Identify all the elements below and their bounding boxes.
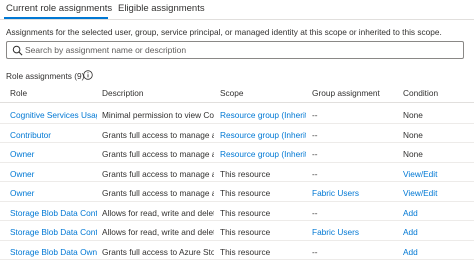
role-link[interactable]: Storage Blob Data Contributor <box>10 227 97 238</box>
description-cell: Grants full access to manage all resourc… <box>102 188 214 198</box>
description-cell: Grants full access to manage all resourc… <box>102 168 214 179</box>
column-header-condition[interactable]: Condition <box>403 88 438 98</box>
role-link[interactable]: Owner <box>10 188 97 199</box>
search-input[interactable] <box>25 42 455 58</box>
table-row[interactable]: Storage Blob Data Contributor Allows for … <box>0 202 474 221</box>
info-icon[interactable] <box>83 70 93 80</box>
condition-link[interactable]: View/Edit <box>403 188 463 199</box>
scope-link[interactable]: Resource group (Inherited) <box>220 110 306 121</box>
condition-link[interactable]: Add <box>403 227 463 238</box>
description-cell: Allows for read, write and delete access <box>102 227 214 237</box>
role-link[interactable]: Owner <box>10 149 97 160</box>
group-assignment-cell: -- <box>312 110 318 120</box>
table-header: Role Description Scope Group assignment … <box>0 84 474 103</box>
column-header-role[interactable]: Role <box>10 88 27 98</box>
group-assignment-link[interactable]: Fabric Users <box>312 188 398 199</box>
table-row[interactable]: Contributor Grants full access to manage … <box>0 124 474 143</box>
page-description: Assignments for the selected user, group… <box>6 27 442 37</box>
role-link[interactable]: Cognitive Services Usages Reader <box>10 110 97 121</box>
table-row[interactable]: Owner Grants full access to manage all re… <box>0 182 474 202</box>
tab-bar: Current role assignments Eligible assign… <box>0 0 474 20</box>
scope-cell: This resource <box>220 168 271 179</box>
group-assignment-cell: -- <box>312 246 318 257</box>
scope-cell: This resource <box>220 188 271 198</box>
header-divider <box>0 102 474 103</box>
description-cell: Grants full access to manage all resourc… <box>102 149 214 159</box>
tab-current-role-assignments[interactable]: Current role assignments <box>6 3 112 14</box>
role-link[interactable]: Owner <box>10 169 97 180</box>
column-header-scope[interactable]: Scope <box>220 88 244 98</box>
table-row[interactable]: Storage Blob Data Contributor Allows for … <box>0 221 474 241</box>
table-row[interactable]: Storage Blob Data Owner Grants full acces… <box>0 241 474 260</box>
description-cell: Allows for read, write and delete access <box>102 207 214 218</box>
group-assignment-link[interactable]: Fabric Users <box>312 227 398 238</box>
condition-link[interactable]: Add <box>403 247 463 258</box>
condition-cell: None <box>403 129 423 140</box>
role-link[interactable]: Storage Blob Data Contributor <box>10 208 97 219</box>
group-assignment-cell: -- <box>312 207 318 218</box>
scope-link[interactable]: Resource group (Inherited) <box>220 149 306 160</box>
role-link[interactable]: Contributor <box>10 130 97 141</box>
role-link[interactable]: Storage Blob Data Owner <box>10 247 97 258</box>
role-assignments-count: Role assignments (9) <box>6 71 85 81</box>
condition-link[interactable]: View/Edit <box>403 169 463 180</box>
group-assignment-cell: -- <box>312 168 318 179</box>
search-icon <box>12 45 23 56</box>
column-header-group-assignment[interactable]: Group assignment <box>312 88 380 98</box>
scope-cell: This resource <box>220 246 271 257</box>
column-header-description[interactable]: Description <box>102 88 144 98</box>
condition-cell: None <box>403 149 423 159</box>
table-row[interactable]: Owner Grants full access to manage all re… <box>0 163 474 182</box>
scope-link[interactable]: Resource group (Inherited) <box>220 130 306 141</box>
group-assignment-cell: -- <box>312 129 318 140</box>
tabs-divider <box>0 19 474 20</box>
condition-link[interactable]: Add <box>403 208 463 219</box>
scope-cell: This resource <box>220 227 271 237</box>
group-assignment-cell: -- <box>312 149 318 159</box>
tab-eligible-assignments[interactable]: Eligible assignments <box>118 3 205 14</box>
table-row[interactable]: Cognitive Services Usages Reader Minimal … <box>0 104 474 124</box>
table-row[interactable]: Owner Grants full access to manage all re… <box>0 143 474 163</box>
description-cell: Grants full access to manage all resourc… <box>102 129 214 140</box>
condition-cell: None <box>403 110 423 120</box>
description-cell: Grants full access to Azure Storage blob… <box>102 246 214 257</box>
description-cell: Minimal permission to view Cognitive Ser… <box>102 110 214 120</box>
search-box[interactable] <box>6 41 464 59</box>
scope-cell: This resource <box>220 207 271 218</box>
